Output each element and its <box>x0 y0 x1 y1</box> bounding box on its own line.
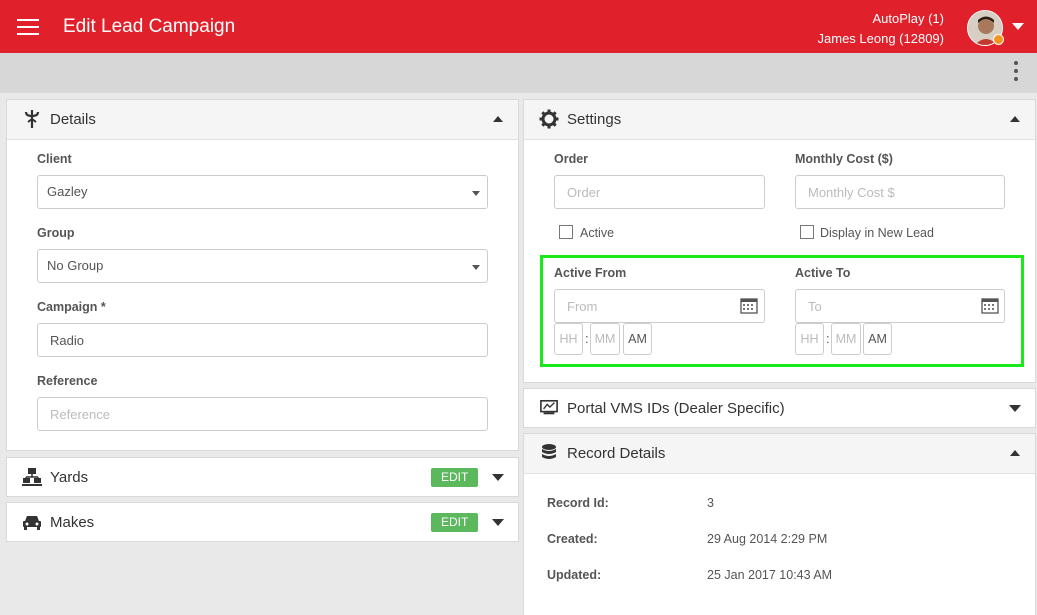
account-name: AutoPlay (1) <box>872 11 944 26</box>
record-details-title: Record Details <box>567 445 666 462</box>
menu-icon[interactable] <box>17 19 39 35</box>
car-icon <box>23 516 41 530</box>
expand-icon[interactable] <box>492 519 504 526</box>
record-details-panel: Record Details Record Id: 3 Created: 29 … <box>523 433 1036 615</box>
client-select[interactable]: Gazley <box>37 175 488 209</box>
created-label: Created: <box>547 532 598 546</box>
display-new-lead-label: Display in New Lead <box>820 226 934 240</box>
active-checkbox[interactable] <box>559 225 573 239</box>
select-caret-icon <box>472 265 480 270</box>
expand-icon[interactable] <box>492 474 504 481</box>
page-title: Edit Lead Campaign <box>63 16 236 37</box>
status-dot <box>993 34 1004 45</box>
yards-title: Yards <box>50 469 89 486</box>
group-select[interactable]: No Group <box>37 249 488 283</box>
updated-label: Updated: <box>547 568 602 582</box>
updated-value: 25 Jan 2017 10:43 AM <box>707 568 833 582</box>
details-header[interactable]: Details <box>7 100 518 140</box>
record-id-label: Record Id: <box>547 496 609 510</box>
active-checkbox-label: Active <box>580 226 615 240</box>
details-panel: Details Client Gazley Group No Group Cam… <box>6 99 519 451</box>
user-info[interactable]: AutoPlay (1) James Leong (12809) <box>818 9 944 49</box>
top-bar: Edit Lead Campaign AutoPlay (1) James Le… <box>0 0 1037 53</box>
kebab-menu-icon[interactable] <box>1010 61 1022 85</box>
order-label: Order <box>554 152 589 166</box>
details-title: Details <box>50 111 96 128</box>
database-icon <box>542 444 556 459</box>
monitor-icon <box>540 399 558 415</box>
portal-vms-title: Portal VMS IDs (Dealer Specific) <box>567 400 785 417</box>
makes-panel[interactable]: Makes EDIT <box>6 502 519 542</box>
yards-edit-button[interactable]: EDIT <box>431 468 479 487</box>
funnel-icon <box>24 110 40 128</box>
yards-icon <box>22 468 42 486</box>
campaign-input[interactable] <box>37 323 488 357</box>
record-details-header[interactable]: Record Details <box>524 434 1035 474</box>
chevron-down-icon[interactable] <box>1012 23 1024 30</box>
portal-vms-panel[interactable]: Portal VMS IDs (Dealer Specific) <box>523 388 1036 428</box>
monthly-cost-label: Monthly Cost ($) <box>795 152 893 166</box>
record-id-value: 3 <box>707 496 714 510</box>
client-label: Client <box>37 152 72 166</box>
gear-icon <box>539 109 559 129</box>
makes-edit-button[interactable]: EDIT <box>431 513 479 532</box>
user-name: James Leong (12809) <box>817 31 944 46</box>
makes-title: Makes <box>50 514 95 531</box>
settings-header[interactable]: Settings <box>524 100 1035 140</box>
yards-panel[interactable]: Yards EDIT <box>6 457 519 497</box>
expand-icon[interactable] <box>1009 405 1021 412</box>
group-select-value: No Group <box>47 258 104 273</box>
reference-label: Reference <box>37 374 98 388</box>
display-new-lead-checkbox[interactable] <box>800 225 814 239</box>
campaign-label: Campaign * <box>37 300 106 314</box>
collapse-icon[interactable] <box>1010 450 1020 456</box>
monthly-cost-input[interactable] <box>795 175 1005 209</box>
highlight-box <box>540 255 1024 367</box>
sub-toolbar <box>0 53 1037 93</box>
client-select-value: Gazley <box>47 184 88 199</box>
reference-input[interactable] <box>37 397 488 431</box>
collapse-icon[interactable] <box>1010 116 1020 122</box>
select-caret-icon <box>472 191 480 196</box>
order-input[interactable] <box>554 175 765 209</box>
settings-title: Settings <box>567 111 622 128</box>
created-value: 29 Aug 2014 2:29 PM <box>707 532 828 546</box>
group-label: Group <box>37 226 75 240</box>
collapse-icon[interactable] <box>493 116 503 122</box>
